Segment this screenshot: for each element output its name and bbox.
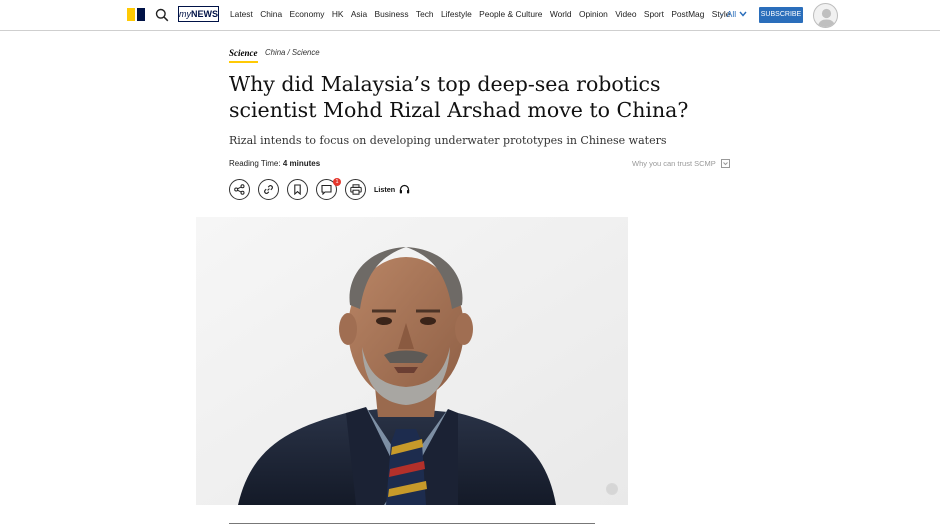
- nav-item-tech[interactable]: Tech: [416, 9, 434, 19]
- article-photo: [196, 217, 628, 505]
- nav-item-economy[interactable]: Economy: [290, 9, 325, 19]
- bookmark-button[interactable]: [287, 179, 308, 200]
- content-divider: [229, 523, 595, 524]
- nav-item-video[interactable]: Video: [615, 9, 636, 19]
- photo-info-icon[interactable]: [606, 483, 618, 495]
- reading-time-value: 4 minutes: [282, 159, 321, 168]
- mynews-suffix: NEWS: [191, 9, 218, 19]
- share-button[interactable]: [229, 179, 250, 200]
- breadcrumb-link[interactable]: China / Science: [265, 48, 320, 57]
- nav-item-world[interactable]: World: [550, 9, 572, 19]
- portrait-illustration: [196, 217, 628, 505]
- copy-link-button[interactable]: [258, 179, 279, 200]
- listen-button[interactable]: Listen: [374, 184, 410, 194]
- article-subheadline: Rizal intends to focus on developing und…: [229, 134, 667, 147]
- logo-navy-block: [137, 8, 145, 21]
- comment-icon: [321, 184, 332, 195]
- listen-label: Listen: [374, 184, 396, 194]
- trust-label: Why you can trust SCMP: [632, 159, 716, 168]
- reading-time: Reading Time: 4 minutes: [229, 159, 320, 168]
- nav-item-opinion[interactable]: Opinion: [579, 9, 608, 19]
- headphones-icon: [399, 184, 410, 194]
- top-navigation-bar: myNEWS Latest China Economy HK Asia Busi…: [0, 0, 940, 31]
- all-sections-menu[interactable]: - All: [720, 9, 747, 19]
- trust-info-icon: [720, 159, 730, 168]
- nav-item-people-culture[interactable]: People & Culture: [479, 9, 542, 19]
- all-menu-label: All: [726, 9, 737, 19]
- scmp-logo[interactable]: [127, 8, 145, 21]
- comment-count-badge: 1: [333, 178, 341, 186]
- nav-item-lifestyle[interactable]: Lifestyle: [441, 9, 472, 19]
- breadcrumb: China / Science: [265, 48, 320, 57]
- subscribe-button[interactable]: SUBSCRIBE: [759, 7, 803, 23]
- nav-item-sport[interactable]: Sport: [644, 9, 664, 19]
- chevron-down-icon: [739, 11, 747, 17]
- section-tag[interactable]: Science: [229, 48, 258, 63]
- nav-item-china[interactable]: China: [260, 9, 282, 19]
- print-button[interactable]: [345, 179, 366, 200]
- link-icon: [264, 185, 273, 194]
- share-icon: [234, 184, 245, 195]
- search-icon[interactable]: [155, 8, 169, 22]
- nav-item-asia[interactable]: Asia: [351, 9, 367, 19]
- nav-item-latest[interactable]: Latest: [230, 9, 253, 19]
- print-icon: [349, 184, 362, 195]
- user-avatar-icon[interactable]: [813, 3, 838, 28]
- reading-time-label: Reading Time:: [229, 159, 281, 168]
- bookmark-icon: [294, 184, 301, 195]
- nav-item-hk[interactable]: HK: [332, 9, 344, 19]
- all-menu-dash: -: [720, 9, 723, 19]
- mynews-prefix: my: [179, 9, 191, 19]
- nav-item-postmag[interactable]: PostMag: [671, 9, 704, 19]
- article-headline: Why did Malaysia’s top deep-sea robotics…: [229, 72, 689, 122]
- trust-scmp-link[interactable]: Why you can trust SCMP: [632, 159, 730, 168]
- logo-yellow-block: [127, 8, 135, 21]
- mynews-button[interactable]: myNEWS: [178, 6, 219, 22]
- nav-item-business[interactable]: Business: [375, 9, 409, 19]
- main-nav: Latest China Economy HK Asia Business Te…: [230, 9, 738, 19]
